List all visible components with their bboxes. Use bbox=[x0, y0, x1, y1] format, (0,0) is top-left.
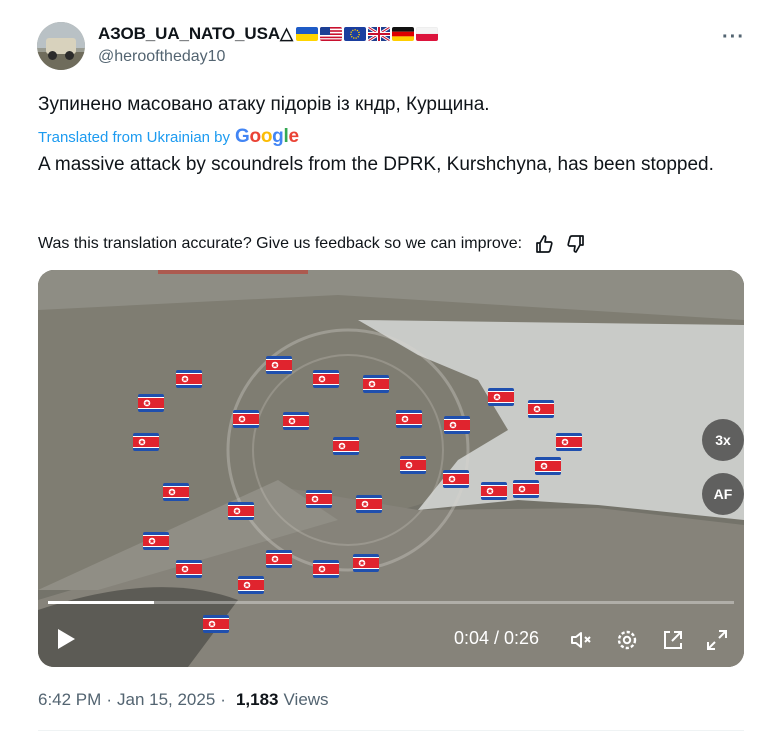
avatar-wheel bbox=[65, 51, 74, 60]
eu-flag-icon bbox=[343, 27, 366, 41]
dprk-flag-icon bbox=[238, 576, 264, 594]
post-metadata: 6:42 PM · Jan 15, 2025 · 1,183 Views bbox=[38, 690, 329, 710]
dprk-flag-icon bbox=[176, 560, 202, 578]
video-controls: 0:04 / 0:26 bbox=[38, 616, 744, 662]
separator: · bbox=[106, 690, 112, 709]
feedback-prompt: Was this translation accurate? Give us f… bbox=[38, 235, 523, 252]
settings-gear-icon[interactable] bbox=[615, 628, 639, 652]
video-frame bbox=[38, 270, 744, 667]
thumbs-up-icon[interactable] bbox=[534, 234, 554, 254]
post-date[interactable]: Jan 15, 2025 bbox=[117, 690, 215, 710]
views-count: 1,183 bbox=[235, 690, 279, 709]
dprk-flag-icon bbox=[306, 490, 332, 508]
flag-emoji-list bbox=[295, 27, 438, 41]
uk-flag-icon bbox=[367, 27, 390, 41]
translation-attribution[interactable]: Translated from Ukrainian by Google bbox=[38, 126, 299, 148]
more-options-icon[interactable]: ··· bbox=[722, 26, 745, 49]
video-time: 0:04 / 0:26 bbox=[454, 628, 540, 648]
original-text: Зупинено масовано атаку підорів із кндр,… bbox=[38, 94, 490, 115]
translated-from-label: Translated from Ukrainian by bbox=[38, 128, 231, 146]
zoom-level-badge[interactable]: 3x bbox=[702, 419, 744, 461]
dprk-flag-icon bbox=[133, 433, 159, 451]
dprk-flag-icon bbox=[228, 502, 254, 520]
video-player[interactable]: 3x AF 0:04 / 0:26 bbox=[38, 270, 744, 667]
thumbs-down-icon[interactable] bbox=[566, 234, 586, 254]
dprk-flag-icon bbox=[266, 550, 292, 568]
author-name[interactable]: АЗОВ_UA_NATO_USA△ bbox=[98, 24, 293, 44]
avatar-ground bbox=[37, 52, 85, 70]
dprk-flag-icon bbox=[556, 433, 582, 451]
avatar-wheel bbox=[48, 51, 57, 60]
author-handle[interactable]: @herooftheday10 bbox=[98, 48, 225, 66]
dprk-flag-icon bbox=[313, 370, 339, 388]
author-row: АЗОВ_UA_NATO_USA△ bbox=[98, 24, 438, 44]
translation-feedback: Was this translation accurate? Give us f… bbox=[38, 234, 586, 254]
dprk-flag-icon bbox=[513, 480, 539, 498]
post-time[interactable]: 6:42 PM bbox=[38, 690, 101, 710]
dprk-flag-icon bbox=[266, 356, 292, 374]
dprk-flag-icon bbox=[528, 400, 554, 418]
video-progress-fill bbox=[48, 601, 154, 604]
usa-flag-icon bbox=[319, 27, 342, 41]
google-logo: Google bbox=[235, 126, 299, 147]
translated-text: A massive attack by scoundrels from the … bbox=[38, 154, 714, 175]
dprk-flag-icon bbox=[176, 370, 202, 388]
dprk-flag-icon bbox=[283, 412, 309, 430]
dprk-flag-icon bbox=[535, 457, 561, 475]
dprk-flag-icon bbox=[333, 437, 359, 455]
af-badge[interactable]: AF bbox=[702, 473, 744, 515]
dprk-flag-icon bbox=[138, 394, 164, 412]
dprk-flag-icon bbox=[363, 375, 389, 393]
dprk-flag-icon bbox=[353, 554, 379, 572]
mute-icon[interactable] bbox=[569, 628, 593, 652]
dprk-flag-icon bbox=[444, 416, 470, 434]
germany-flag-icon bbox=[391, 27, 414, 41]
dprk-flag-icon bbox=[396, 410, 422, 428]
dprk-flag-icon bbox=[488, 388, 514, 406]
dprk-flag-icon bbox=[356, 495, 382, 513]
ukraine-flag-icon bbox=[295, 27, 318, 41]
fullscreen-icon[interactable] bbox=[705, 628, 729, 652]
video-progress-bar[interactable] bbox=[48, 601, 734, 604]
dprk-flag-icon bbox=[163, 483, 189, 501]
dprk-flag-icon bbox=[313, 560, 339, 578]
dprk-flag-icon bbox=[143, 532, 169, 550]
views-label: Views bbox=[283, 690, 329, 709]
play-icon[interactable] bbox=[56, 628, 76, 655]
dprk-flag-icon bbox=[233, 410, 259, 428]
separator: · bbox=[220, 690, 226, 709]
dprk-flag-icon bbox=[443, 470, 469, 488]
avatar[interactable] bbox=[37, 22, 85, 70]
dprk-flag-icon bbox=[400, 456, 426, 474]
divider bbox=[38, 730, 744, 731]
picture-in-picture-icon[interactable] bbox=[661, 628, 685, 652]
dprk-flag-icon bbox=[481, 482, 507, 500]
poland-flag-icon bbox=[415, 27, 438, 41]
